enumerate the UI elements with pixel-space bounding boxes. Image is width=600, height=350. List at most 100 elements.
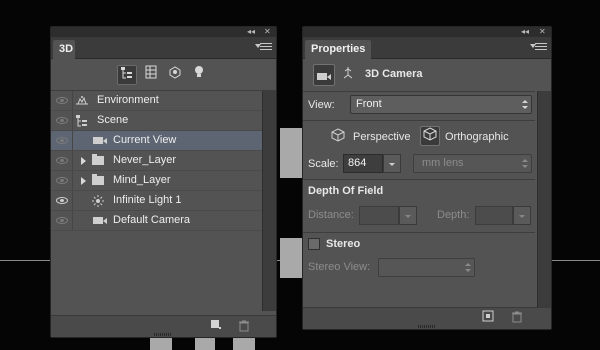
view-label: View: xyxy=(308,99,335,111)
distance-input[interactable] xyxy=(359,206,399,225)
panel-bottom-bar xyxy=(303,307,551,329)
eye-icon xyxy=(56,157,68,164)
eye-icon xyxy=(56,117,68,124)
materials-filter-icon[interactable] xyxy=(165,65,185,85)
layer-list-scrollbar[interactable] xyxy=(262,91,276,311)
scene-layer-list: Environment Scene Current View Never_Layer M… xyxy=(51,91,262,231)
divider xyxy=(303,179,535,180)
light-icon xyxy=(91,195,105,207)
tab-bar: 3D xyxy=(51,37,276,59)
layer-name: Environment xyxy=(97,94,159,106)
depth-input[interactable] xyxy=(475,206,513,225)
whole-scene-filter-icon[interactable] xyxy=(117,65,137,85)
resize-grip[interactable] xyxy=(154,333,172,336)
properties-title: 3D Camera xyxy=(365,68,423,80)
layer-row[interactable]: Default Camera xyxy=(51,211,262,231)
properties-panel: ◂◂ ✕ Properties 3D Camera View: Front Pe… xyxy=(302,26,552,330)
camera-icon xyxy=(91,135,107,146)
scale-input[interactable]: 864 xyxy=(343,154,383,173)
stereo-view-label: Stereo View: xyxy=(308,261,371,273)
layer-row[interactable]: Environment xyxy=(51,91,262,111)
eye-icon xyxy=(56,177,68,184)
layer-name: Infinite Light 1 xyxy=(113,194,182,206)
layer-row[interactable]: Current View xyxy=(51,131,262,151)
layer-name: Never_Layer xyxy=(113,154,176,166)
stereo-checkbox[interactable] xyxy=(308,238,320,250)
visibility-toggle[interactable] xyxy=(51,191,73,210)
tab-3d[interactable]: 3D xyxy=(53,40,75,59)
view-select[interactable]: Front xyxy=(350,95,532,114)
divider xyxy=(303,91,535,92)
scale-dropdown-button[interactable] xyxy=(383,154,401,173)
eye-icon xyxy=(56,137,68,144)
eye-icon xyxy=(56,197,68,204)
distance-label: Distance: xyxy=(308,209,354,221)
collapse-icon[interactable]: ◂◂ xyxy=(521,27,529,37)
panel-menu-icon[interactable] xyxy=(530,43,547,53)
distance-dropdown-button[interactable] xyxy=(399,206,417,225)
expand-arrow-icon[interactable] xyxy=(81,177,86,185)
render-icon[interactable] xyxy=(478,309,498,329)
visibility-toggle[interactable] xyxy=(51,91,73,110)
layer-row[interactable]: Scene xyxy=(51,111,262,131)
stereo-view-select[interactable] xyxy=(378,258,475,277)
panel-menu-icon[interactable] xyxy=(255,43,272,53)
tab-bar: Properties xyxy=(303,37,551,59)
depth-label: Depth: xyxy=(437,209,470,221)
updown-arrows-icon xyxy=(465,263,471,273)
close-icon[interactable]: ✕ xyxy=(264,27,271,37)
filter-toolbar xyxy=(51,59,276,91)
3d-panel: ◂◂ ✕ 3D Environment Scene Current View Neve… xyxy=(50,26,277,338)
perspective-cube-icon[interactable] xyxy=(329,128,347,146)
background-letter-shape xyxy=(280,238,302,278)
background-letter-shape xyxy=(280,128,302,178)
folder-icon xyxy=(91,154,105,166)
visibility-toggle[interactable] xyxy=(51,111,73,130)
stereo-title[interactable]: Stereo xyxy=(326,238,360,250)
delete-icon[interactable] xyxy=(507,309,527,329)
divider xyxy=(303,120,535,121)
depth-dropdown-button[interactable] xyxy=(513,206,531,225)
layer-row[interactable]: Mind_Layer xyxy=(51,171,262,191)
visibility-toggle[interactable] xyxy=(51,131,73,150)
divider xyxy=(303,232,535,233)
layer-name: Scene xyxy=(97,114,129,126)
properties-header: 3D Camera xyxy=(303,60,535,90)
tab-properties[interactable]: Properties xyxy=(305,40,372,59)
lens-unit-select[interactable]: mm lens xyxy=(413,154,532,173)
orthographic-label[interactable]: Orthographic xyxy=(445,131,509,143)
layer-name: Default Camera xyxy=(113,214,191,226)
add-object-icon[interactable] xyxy=(206,318,226,338)
layer-name: Mind_Layer xyxy=(113,174,171,186)
environment-icon xyxy=(75,95,89,106)
panel-bottom-bar xyxy=(51,315,276,337)
scene-coordinates-icon[interactable] xyxy=(339,66,357,84)
collapse-icon[interactable]: ◂◂ xyxy=(247,27,255,37)
visibility-toggle[interactable] xyxy=(51,171,73,190)
layer-row[interactable]: Infinite Light 1 xyxy=(51,191,262,211)
visibility-toggle[interactable] xyxy=(51,151,73,170)
lights-filter-icon[interactable] xyxy=(189,65,209,85)
eye-icon xyxy=(56,97,68,104)
resize-grip[interactable] xyxy=(418,325,436,328)
perspective-label[interactable]: Perspective xyxy=(353,131,410,143)
meshes-filter-icon[interactable] xyxy=(141,65,161,85)
scene-icon xyxy=(75,115,89,127)
eye-icon xyxy=(56,217,68,224)
camera-icon[interactable] xyxy=(313,64,335,86)
delete-icon[interactable] xyxy=(234,318,254,338)
close-icon[interactable]: ✕ xyxy=(539,27,546,37)
updown-arrows-icon xyxy=(522,159,528,169)
visibility-toggle[interactable] xyxy=(51,211,73,230)
panel-topbar[interactable]: ◂◂ ✕ xyxy=(51,27,276,37)
expand-arrow-icon[interactable] xyxy=(81,157,86,165)
properties-scrollbar[interactable] xyxy=(537,91,551,307)
view-select-value: Front xyxy=(356,98,382,110)
folder-icon xyxy=(91,174,105,186)
layer-row[interactable]: Never_Layer xyxy=(51,151,262,171)
panel-topbar[interactable]: ◂◂ ✕ xyxy=(303,27,551,37)
depth-of-field-title: Depth Of Field xyxy=(308,185,384,197)
lens-unit-value: mm lens xyxy=(422,157,464,169)
scale-label: Scale: xyxy=(308,158,339,170)
orthographic-cube-icon[interactable] xyxy=(420,126,440,146)
